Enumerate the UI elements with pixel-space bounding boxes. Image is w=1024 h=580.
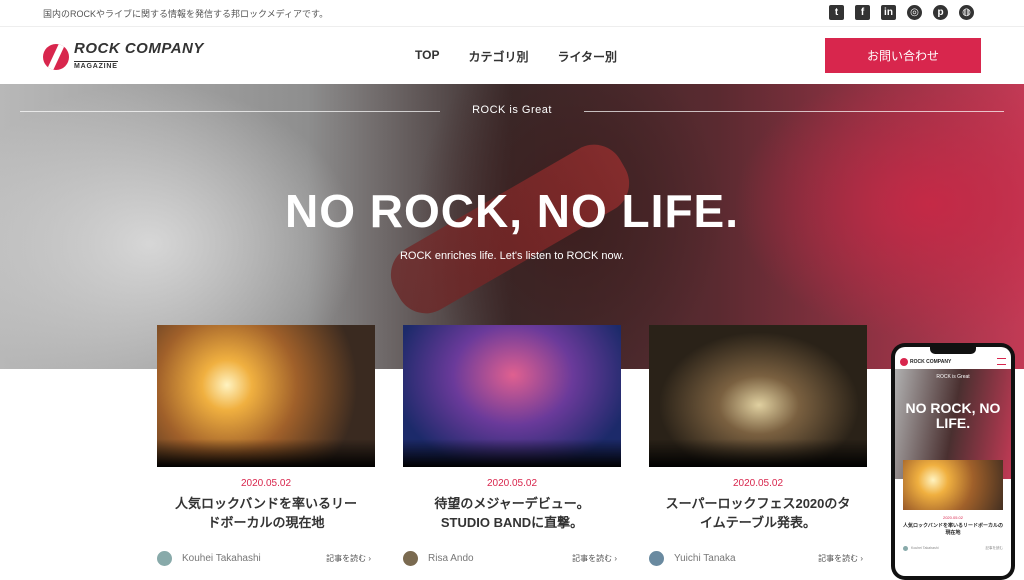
hamburger-menu-icon[interactable]: [997, 358, 1006, 365]
article-title[interactable]: スーパーロックフェス2020のタイムテーブル発表。: [649, 494, 867, 532]
avatar: [649, 550, 664, 566]
article-thumbnail[interactable]: [403, 325, 621, 467]
top-bar: 国内のROCKやライブに関する情報を発信する邦ロックメディアです。 t f in…: [0, 0, 1024, 27]
phone-notch: [930, 347, 976, 354]
twitter-icon[interactable]: t: [829, 5, 844, 20]
article-thumbnail[interactable]: [157, 325, 375, 467]
hero-title: NO ROCK, NO LIFE.: [285, 185, 739, 237]
site-logo[interactable]: ROCK COMPANY MAGAZINE: [43, 41, 204, 72]
hero-kicker: ROCK is Great: [472, 104, 552, 116]
article-title[interactable]: 待望のメジャーデビュー。STUDIO BANDに直撃。: [403, 494, 621, 532]
article-card[interactable]: 2020.05.02 スーパーロックフェス2020のタイムテーブル発表。 Yui…: [649, 325, 867, 566]
mobile-hero-title: NO ROCK, NO LIFE.: [905, 400, 1001, 431]
mobile-header: ROCK COMPANY: [895, 355, 1011, 369]
mobile-article-thumbnail[interactable]: [903, 460, 1003, 510]
article-card[interactable]: 2020.05.02 待望のメジャーデビュー。STUDIO BANDに直撃。 R…: [403, 325, 621, 566]
facebook-icon[interactable]: f: [855, 5, 870, 20]
article-card[interactable]: 2020.05.02 人気ロックバンドを率いるリードボーカルの現在地 Kouhe…: [157, 325, 375, 566]
author-name[interactable]: Kouhei Takahashi: [182, 553, 261, 564]
mobile-article-title[interactable]: 人気ロックバンドを率いるリードボーカルの現在地: [903, 523, 1003, 537]
logo-sub-text: MAGAZINE: [74, 61, 118, 70]
site-tagline: 国内のROCKやライブに関する情報を発信する邦ロックメディアです。: [43, 9, 329, 19]
article-thumbnail[interactable]: [649, 325, 867, 467]
avatar: [403, 550, 418, 566]
read-more-link[interactable]: 記事を読む ›: [326, 553, 371, 564]
read-more-link[interactable]: 記事を読む ›: [572, 553, 617, 564]
article-date: 2020.05.02: [486, 478, 538, 489]
article-title[interactable]: 人気ロックバンドを率いるリードボーカルの現在地: [157, 494, 375, 532]
mobile-article-meta: Kouhei Takahashi 記事を読む: [903, 545, 1003, 551]
nav-top[interactable]: TOP: [415, 48, 439, 65]
linkedin-icon[interactable]: in: [881, 5, 896, 20]
avatar: [157, 550, 172, 566]
avatar: [903, 545, 908, 551]
instagram-icon[interactable]: ◎: [907, 5, 922, 20]
social-links: t f in ◎ p ◍: [829, 5, 974, 20]
mobile-logo-text: ROCK COMPANY: [910, 359, 952, 365]
hero-subtitle: ROCK enriches life. Let's listen to ROCK…: [399, 250, 625, 262]
logo-icon: [43, 43, 69, 70]
nav-writer[interactable]: ライター別: [557, 48, 617, 65]
author-name[interactable]: Risa Ando: [428, 553, 474, 564]
article-date: 2020.05.02: [732, 478, 784, 489]
logo-icon: [900, 358, 908, 366]
mobile-preview: ROCK COMPANY ROCK is Great NO ROCK, NO L…: [891, 343, 1015, 580]
main-nav: TOP カテゴリ別 ライター別: [415, 48, 617, 65]
mobile-hero-kicker: ROCK is Great: [936, 374, 970, 380]
mobile-screen: ROCK COMPANY ROCK is Great NO ROCK, NO L…: [895, 347, 1011, 576]
article-meta: Risa Ando 記事を読む ›: [403, 550, 621, 566]
article-meta: Yuichi Tanaka 記事を読む ›: [649, 550, 867, 566]
author-name[interactable]: Yuichi Tanaka: [674, 553, 736, 564]
article-date: 2020.05.02: [240, 478, 292, 489]
contact-button[interactable]: お問い合わせ: [825, 38, 981, 73]
logo-main-text: ROCK COMPANY: [74, 40, 204, 57]
dribbble-icon[interactable]: ◍: [959, 5, 974, 20]
pinterest-icon[interactable]: p: [933, 5, 948, 20]
mobile-author-name: Kouhei Takahashi: [911, 546, 939, 550]
site-header: ROCK COMPANY MAGAZINE TOP カテゴリ別 ライター別 お問…: [0, 27, 1024, 84]
mobile-read-more[interactable]: 記事を読む: [986, 546, 1004, 551]
read-more-link[interactable]: 記事を読む ›: [818, 553, 863, 564]
mobile-article-date: 2020.05.02: [942, 515, 964, 520]
article-meta: Kouhei Takahashi 記事を読む ›: [157, 550, 375, 566]
nav-category[interactable]: カテゴリ別: [468, 48, 528, 65]
